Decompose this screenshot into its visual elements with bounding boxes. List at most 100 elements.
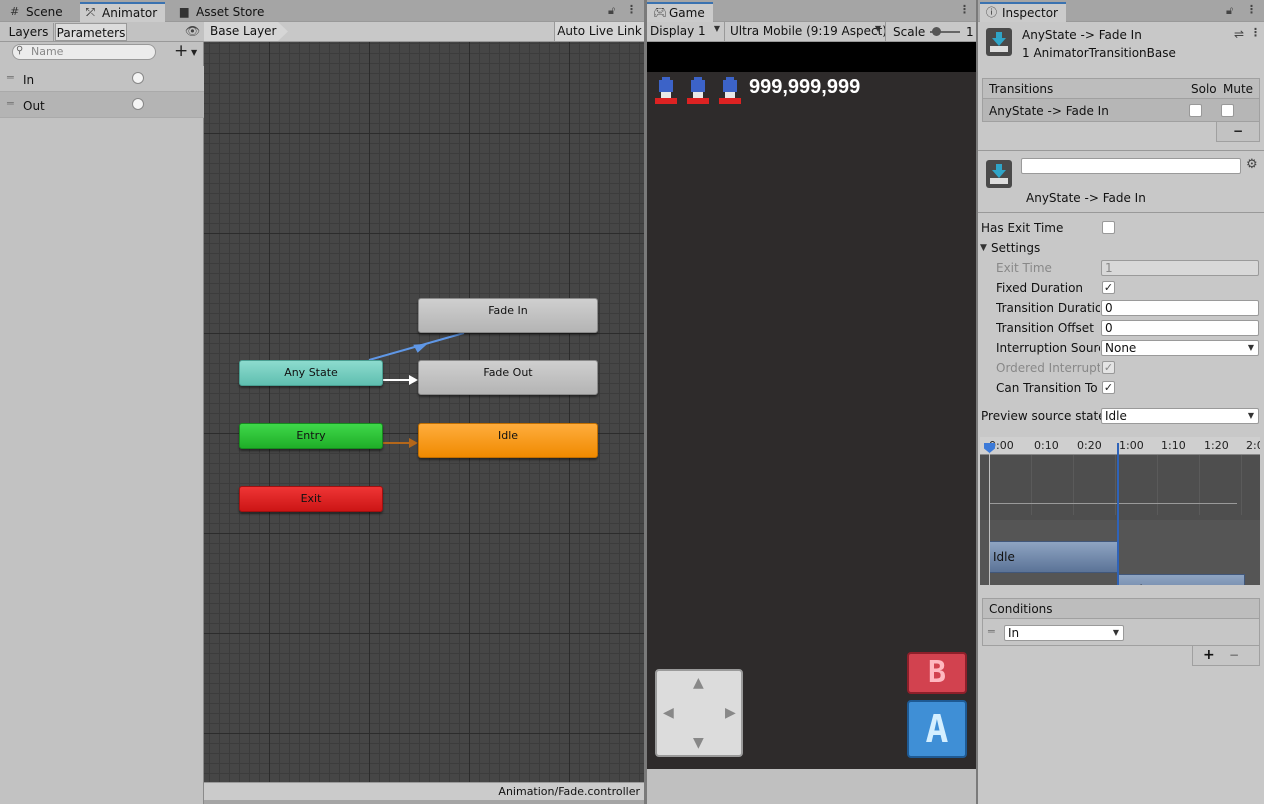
eye-icon[interactable]: 👁︎ (185, 24, 200, 38)
mute-header: Mute (1223, 82, 1254, 96)
score-display: 999,999,999 (749, 76, 861, 98)
state-node-idle[interactable]: Idle (418, 423, 598, 458)
tab-game[interactable]: 🎮︎ Game (647, 2, 713, 22)
graph-toolbar: Base Layer Auto Live Link (204, 22, 644, 42)
transition-offset-input[interactable]: 0 (1101, 320, 1259, 336)
game-screen[interactable]: 999,999,999 ▲ ▼ ◀ ▶ B A (647, 72, 976, 769)
timeline-tick: 1:20 (1204, 439, 1229, 452)
parameter-row[interactable]: ═ In (0, 66, 204, 92)
more-menu-icon[interactable]: ⋮ (1250, 26, 1261, 39)
condition-parameter-dropdown[interactable]: In (1004, 625, 1124, 641)
a-button[interactable]: A (907, 700, 967, 758)
transition-icon (986, 160, 1012, 188)
transition-duration-input[interactable]: 0 (1101, 300, 1259, 316)
transitions-header-label: Transitions (989, 82, 1054, 96)
destination-clip[interactable]: Fade In (1118, 574, 1245, 585)
more-menu-icon[interactable]: ⋮ (959, 3, 970, 16)
drag-handle-icon[interactable]: ═ (988, 625, 995, 638)
trigger-toggle[interactable] (132, 98, 144, 110)
arrow-head-icon (409, 438, 418, 448)
more-menu-icon[interactable]: ⋮ (1246, 3, 1257, 16)
conditions-header: Conditions (983, 599, 1259, 619)
dpad-right-icon[interactable]: ▶ (725, 705, 736, 721)
entry-node[interactable]: Entry (239, 423, 383, 449)
dpad[interactable]: ▲ ▼ ◀ ▶ (655, 669, 743, 757)
has-exit-time-checkbox[interactable] (1102, 221, 1115, 234)
parameter-search-input[interactable]: Name (12, 44, 156, 60)
letterbox-top (647, 42, 976, 72)
auto-live-link-button[interactable]: Auto Live Link (554, 22, 644, 41)
game-view-area: 999,999,999 ▲ ▼ ◀ ▶ B A (647, 42, 976, 804)
parameter-name: Out (23, 99, 45, 113)
ship-icon (719, 77, 741, 104)
b-button[interactable]: B (907, 652, 967, 694)
transition-arrows (368, 332, 465, 448)
tab-parameters[interactable]: Parameters (55, 23, 127, 41)
can-transition-to-self-checkbox[interactable]: ✓ (1102, 381, 1115, 394)
timeline-curve (989, 503, 1237, 504)
transition-row[interactable]: AnyState -> Fade In (983, 99, 1259, 121)
tab-inspector[interactable]: ⓘ Inspector (980, 2, 1066, 22)
chevron-down-icon[interactable]: ▼ (191, 48, 197, 57)
transition-timeline[interactable]: 0:00 0:10 0:20 1:00 1:10 1:20 2:00 Idle … (980, 437, 1260, 585)
drag-handle-icon[interactable]: ═ (7, 97, 14, 110)
parameter-row[interactable]: ═ Out (0, 92, 204, 118)
solo-checkbox[interactable] (1189, 104, 1202, 117)
lives-icons (651, 76, 741, 106)
transition-offset-label: Transition Offset (996, 321, 1094, 335)
interruption-source-label: Interruption Source (996, 341, 1100, 355)
fixed-duration-checkbox[interactable]: ✓ (1102, 281, 1115, 294)
solo-header: Solo (1191, 82, 1217, 96)
breadcrumb[interactable]: Base Layer (204, 22, 288, 41)
remove-transition-button[interactable]: − (1216, 122, 1260, 142)
exit-node[interactable]: Exit (239, 486, 383, 512)
display-dropdown[interactable]: Display 1 (647, 22, 725, 41)
tab-animator[interactable]: ⤱ Animator (80, 2, 166, 22)
exit-time-label: Exit Time (996, 261, 1052, 275)
timeline-curve-area (980, 455, 1260, 515)
preset-icon[interactable]: ⇌ (1234, 27, 1244, 41)
source-clip[interactable]: Idle (989, 541, 1118, 573)
aspect-dropdown[interactable]: Ultra Mobile (9:19 Aspect) (726, 22, 886, 41)
lock-icon[interactable]: 🔓︎ (608, 4, 615, 18)
trigger-toggle[interactable] (132, 72, 144, 84)
divider (978, 150, 1264, 151)
scale-label: Scale (893, 25, 926, 39)
conditions-header-label: Conditions (989, 602, 1053, 616)
tab-asset-store[interactable]: ▆ Asset Store (174, 2, 272, 22)
timeline-tick: 1:10 (1161, 439, 1186, 452)
tab-layers[interactable]: Layers (4, 23, 54, 41)
settings-foldout[interactable]: Settings (991, 240, 1040, 256)
can-transition-to-self-label: Can Transition To Self (996, 381, 1100, 395)
gamepad-icon: 🎮︎ (653, 6, 667, 19)
transition-name-input[interactable] (1021, 158, 1241, 174)
tab-scene[interactable]: # Scene (4, 2, 71, 22)
add-parameter-button[interactable]: + (174, 41, 188, 61)
state-node-fade-out[interactable]: Fade Out (418, 360, 598, 395)
dpad-down-icon[interactable]: ▼ (693, 735, 704, 751)
add-condition-button[interactable]: + (1203, 647, 1215, 663)
scale-value: 1 (966, 25, 974, 39)
exit-time-input: 1 (1101, 260, 1259, 276)
lock-icon[interactable]: 🔓︎ (1226, 4, 1233, 18)
foldout-arrow-icon[interactable]: ▼ (980, 243, 987, 253)
scale-slider-handle[interactable] (932, 27, 941, 36)
timeline-ruler[interactable]: 0:00 0:10 0:20 1:00 1:10 1:20 2:00 (980, 437, 1260, 455)
dpad-left-icon[interactable]: ◀ (663, 705, 674, 721)
preview-source-dropdown[interactable]: Idle (1101, 408, 1259, 424)
transition-end-marker[interactable] (1117, 443, 1119, 585)
state-machine-graph[interactable]: Fade In Any State Fade Out Entry Idle Ex… (204, 42, 644, 782)
more-menu-icon[interactable]: ⋮ (626, 3, 637, 16)
remove-condition-button[interactable]: − (1229, 647, 1239, 663)
timeline-tick: 0:20 (1077, 439, 1102, 452)
drag-handle-icon[interactable]: ═ (7, 71, 14, 84)
state-node-fade-in[interactable]: Fade In (418, 298, 598, 333)
mute-checkbox[interactable] (1221, 104, 1234, 117)
dpad-up-icon[interactable]: ▲ (693, 675, 704, 691)
gear-icon[interactable]: ⚙ (1246, 157, 1258, 172)
timeline-tick: 1:00 (1119, 439, 1144, 452)
parameter-name: In (23, 73, 35, 87)
interruption-source-dropdown[interactable]: None (1101, 340, 1259, 356)
any-state-node[interactable]: Any State (239, 360, 383, 386)
timeline-tick: 2:00 (1246, 439, 1260, 452)
